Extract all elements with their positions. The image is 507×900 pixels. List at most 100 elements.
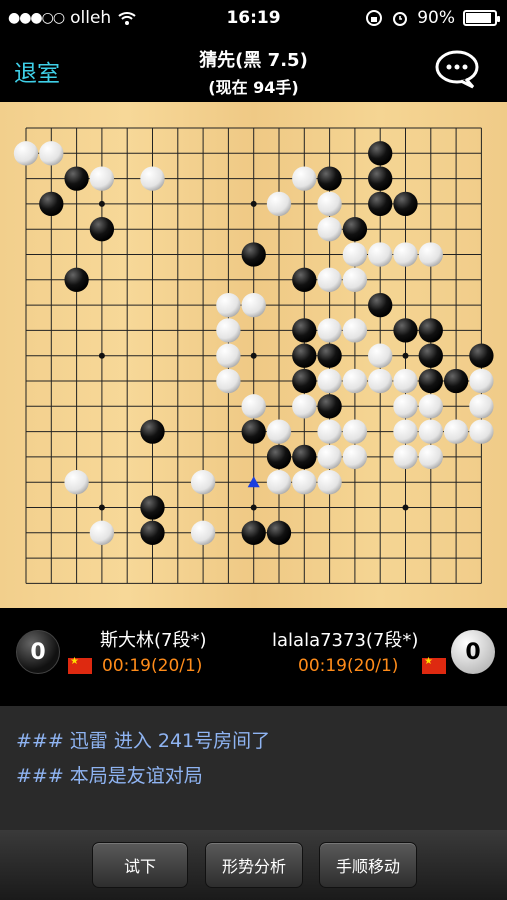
black-stone [266, 444, 292, 470]
black-stone [393, 191, 418, 217]
black-stone [469, 343, 494, 368]
black-stone [317, 343, 342, 368]
china-flag-icon [422, 656, 446, 674]
white-stone [368, 368, 393, 394]
white-stone [64, 470, 89, 495]
game-title: 猜先(黑 7.5) [199, 50, 308, 71]
white-player-name: lalala7373(7段*) [272, 630, 419, 651]
star-point [250, 352, 257, 359]
white-stone [216, 318, 241, 343]
black-captures: 0 [16, 630, 60, 674]
white-stone [418, 419, 443, 444]
battery-icon [463, 10, 500, 26]
white-stone [190, 520, 216, 545]
orientation-lock-icon [366, 10, 383, 26]
white-stone [317, 267, 342, 292]
battery-percent: 90% [417, 8, 455, 28]
white-stone [317, 217, 342, 242]
white-stone [266, 470, 292, 495]
black-stone [292, 318, 317, 343]
white-stone [292, 166, 317, 191]
star-point [402, 504, 409, 511]
white-stone [393, 242, 418, 267]
alarm-icon [393, 12, 408, 26]
black-stone [292, 444, 317, 470]
star-point [402, 352, 409, 359]
white-stone [266, 191, 292, 217]
white-stone [317, 444, 342, 470]
black-stone [241, 520, 266, 545]
white-stone [418, 444, 443, 470]
go-board[interactable] [0, 102, 507, 608]
white-stone [317, 470, 342, 495]
white-stone [342, 444, 368, 470]
black-stone [368, 141, 393, 166]
chat-message: ### 迅雷 进入 241号房间了 [16, 730, 271, 752]
white-stone [89, 520, 115, 545]
white-stone [266, 419, 292, 444]
black-stone [393, 318, 418, 343]
black-stone [140, 419, 165, 444]
white-stone [190, 470, 216, 495]
white-player-clock: 00:19(20/1) [298, 656, 399, 676]
white-stone [393, 368, 418, 394]
white-stone [393, 394, 418, 419]
white-stone [292, 470, 317, 495]
chat-bubble-icon[interactable] [433, 48, 481, 90]
position-analysis-button[interactable]: 形势分析 [205, 842, 303, 888]
white-stone [342, 368, 368, 394]
black-stone [418, 343, 443, 368]
black-stone [241, 419, 266, 444]
white-stone [241, 292, 266, 318]
black-stone [64, 267, 89, 292]
black-stone [368, 166, 393, 191]
china-flag-icon [68, 656, 92, 674]
white-stone [241, 394, 266, 419]
white-stone [140, 166, 165, 191]
go-board-grid[interactable] [0, 102, 507, 608]
white-stone [342, 267, 368, 292]
star-point [250, 504, 257, 511]
black-stone [140, 520, 165, 545]
black-stone [140, 495, 165, 520]
black-stone [292, 267, 317, 292]
white-stone [368, 242, 393, 267]
bottom-toolbar: 试下 形势分析 手顺移动 [0, 830, 507, 900]
chat-log[interactable]: ### 迅雷 进入 241号房间了 ### 本局是友谊对局 [0, 706, 507, 830]
white-stone [89, 166, 115, 191]
white-stone [216, 292, 241, 318]
star-point [98, 200, 105, 207]
white-stone [317, 191, 342, 217]
star-point [98, 352, 105, 359]
white-stone [469, 394, 494, 419]
white-stone [418, 394, 443, 419]
black-stone [292, 343, 317, 368]
chat-message: ### 本局是友谊对局 [16, 765, 203, 787]
white-stone [393, 444, 418, 470]
black-stone [317, 394, 342, 419]
move-counter: (现在 94手) [208, 78, 299, 97]
nav-bar: 退室 猜先(黑 7.5) (现在 94手) [0, 36, 507, 102]
star-point [250, 200, 257, 207]
black-stone [418, 318, 443, 343]
white-stone [443, 419, 469, 444]
black-stone [418, 368, 443, 394]
try-move-button[interactable]: 试下 [92, 842, 188, 888]
black-stone [89, 217, 115, 242]
move-navigation-button[interactable]: 手顺移动 [319, 842, 417, 888]
white-stone [317, 368, 342, 394]
white-stone [342, 419, 368, 444]
white-stone [393, 419, 418, 444]
status-bar: ●●●○○ olleh 16:19 90% [0, 0, 507, 36]
white-stone [292, 394, 317, 419]
white-stone [342, 318, 368, 343]
black-stone [342, 217, 368, 242]
white-captures: 0 [451, 630, 495, 674]
black-stone [266, 520, 292, 545]
black-player-name: 斯大林(7段*) [100, 630, 207, 651]
black-stone [368, 292, 393, 318]
white-stone [317, 318, 342, 343]
white-stone [469, 368, 494, 394]
status-right: 90% [365, 8, 500, 28]
players-panel: 0 斯大林(7段*) 00:19(20/1) lalala7373(7段*) 0… [0, 608, 507, 706]
